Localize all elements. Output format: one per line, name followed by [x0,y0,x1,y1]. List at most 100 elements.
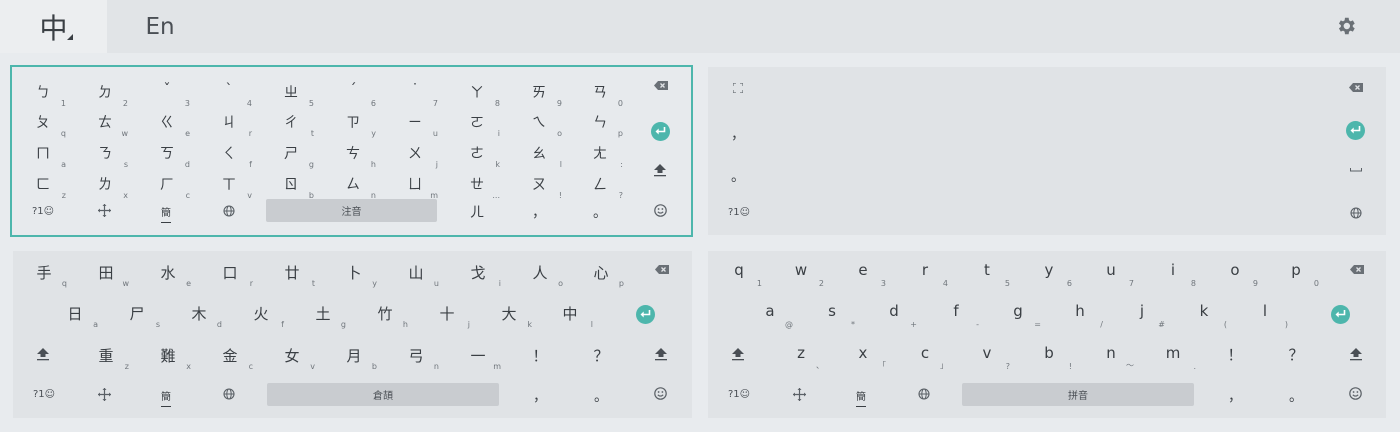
key-zhuyin[interactable]: ㄅ1 [18,75,68,109]
key-zhuyin[interactable]: ㄛi [452,105,502,139]
key-letter[interactable]: 戈i [453,255,503,289]
key-zhuyin[interactable]: ㄏc [142,167,192,201]
key-letter[interactable]: l) [1240,296,1290,330]
key-zhuyin[interactable]: ㄣp [575,105,625,139]
key-zhuyin[interactable]: ㄨj [390,136,440,170]
key-zhuyin[interactable]: ㄜk [452,136,502,170]
key-letter[interactable]: u7 [1086,255,1136,289]
key-letter[interactable]: e3 [838,255,888,289]
symbols-emoji-key[interactable]: ?1☺ [728,207,750,218]
key-letter[interactable]: g = [993,296,1043,330]
key-letter[interactable]: 難x [143,338,193,372]
symbols-emoji-key[interactable]: ?1☺ [33,389,55,400]
key-zhuyin[interactable]: ㄟo [514,105,564,139]
shift-icon[interactable] [37,348,49,361]
key-zhuyin[interactable]: ㄈz [18,167,68,201]
backspace-icon[interactable] [1350,265,1364,274]
emoji-icon[interactable] [654,387,667,400]
key-letter[interactable]: z、 [776,338,826,372]
key-letter[interactable]: c」 [900,338,950,372]
enter-key[interactable] [636,305,655,324]
shift-icon[interactable] [1350,348,1362,361]
key-letter[interactable]: 中l [545,296,595,330]
key-letter[interactable]: 十j [422,296,472,330]
key-letter[interactable]: 山u [391,255,441,289]
key-zhuyin[interactable]: ㄕg [266,136,316,170]
key-zhuyin[interactable]: ㄌx [80,167,130,201]
key-zhuyin[interactable]: ㄐr [204,105,254,139]
key-letter[interactable]: 日a [50,296,100,330]
key-letter[interactable]: y6 [1024,255,1074,289]
key-zhuyin[interactable]: ㄢ0 [575,75,625,109]
key-zhuyin[interactable]: ㄋs [80,136,130,170]
key-letter[interactable]: ！ [1210,338,1260,372]
key-letter[interactable]: n ～ [1086,338,1136,372]
key-letter[interactable]: 弓n [391,338,441,372]
space-icon[interactable] [1350,168,1362,172]
move-cursor-icon[interactable] [793,388,806,401]
key-zhuyin[interactable]: ㄘh [328,136,378,170]
key-punct[interactable]: 。 [576,379,626,413]
key-zhuyin[interactable]: ㄗy [328,105,378,139]
key-letter[interactable]: 水e [143,255,193,289]
key-letter[interactable]: 尸s [112,296,162,330]
key-zhuyin[interactable]: ㄙn [328,167,378,201]
key-zhuyin[interactable]: ㄎd [142,136,192,170]
key-punct[interactable]: ， [713,117,763,151]
key-letter[interactable]: f- [931,296,981,330]
key-letter[interactable]: ！ [515,338,565,372]
key-letter[interactable]: x 「 [838,338,888,372]
key-punct[interactable]: ， [515,379,565,413]
key-zhuyin[interactable]: ㄒv [204,167,254,201]
fullscreen-icon[interactable] [733,83,743,93]
key-letter[interactable]: 大k [484,296,534,330]
key-punct[interactable]: 。 [575,195,625,229]
emoji-icon[interactable] [654,204,667,217]
key-letter[interactable]: s * [807,296,857,330]
key-zhuyin[interactable]: ㄖb [266,167,316,201]
move-cursor-icon[interactable] [98,204,111,217]
key-letter[interactable]: w2 [776,255,826,289]
key-punct[interactable]: ， [514,195,564,229]
key-letter[interactable]: i8 [1148,255,1198,289]
key-letter[interactable]: j # [1117,296,1167,330]
emoji-icon[interactable] [1349,387,1362,400]
key-punct[interactable]: 。 [713,159,763,193]
key-zhuyin[interactable]: ㄚ8 [452,75,502,109]
key-zhuyin[interactable]: ㄆq [18,105,68,139]
key-punct[interactable]: ， [1210,379,1260,413]
key-letter[interactable]: o9 [1210,255,1260,289]
key-zhuyin[interactable]: ㄞ9 [514,75,564,109]
key-zhuyin[interactable]: ㄧu [390,105,440,139]
shift-icon[interactable] [732,348,744,361]
globe-icon[interactable] [223,388,235,400]
key-letter[interactable]: k( [1179,296,1229,330]
key-letter[interactable]: 女v [267,338,317,372]
key-letter[interactable]: a @ [745,296,795,330]
key-letter[interactable]: d + [869,296,919,330]
key-zhuyin[interactable]: ㄍe [142,105,192,139]
space-bar[interactable]: 倉頡 [267,383,499,406]
globe-icon[interactable] [1350,207,1362,219]
key-letter[interactable]: 金c [205,338,255,372]
key-letter[interactable]: 木d [174,296,224,330]
key-zhuyin[interactable]: ㄩm [390,167,440,201]
key-letter[interactable]: ？ [1271,338,1321,372]
key-letter[interactable]: t5 [962,255,1012,289]
key-zhuyin[interactable]: ㄉ2 [80,75,130,109]
key-letter[interactable]: m. [1148,338,1198,372]
symbols-emoji-key[interactable]: ?1☺ [728,389,750,400]
simplified-toggle-key[interactable]: 簡 [156,204,176,223]
key-letter[interactable]: 手q [19,255,69,289]
key-zhuyin[interactable]: ˋ4 [204,75,254,109]
key-punct[interactable]: ㄦ [452,195,502,229]
key-zhuyin[interactable]: ˙ 7 [390,75,440,109]
key-letter[interactable]: 廿t [267,255,317,289]
key-zhuyin[interactable]: ㄑf [204,136,254,170]
key-letter[interactable]: 人o [515,255,565,289]
key-letter[interactable]: 心p [576,255,626,289]
key-punct[interactable]: 。 [1271,379,1321,413]
tab-chinese[interactable]: 中 [0,0,107,53]
key-letter[interactable]: 田w [81,255,131,289]
key-zhuyin[interactable]: ㄠl [514,136,564,170]
